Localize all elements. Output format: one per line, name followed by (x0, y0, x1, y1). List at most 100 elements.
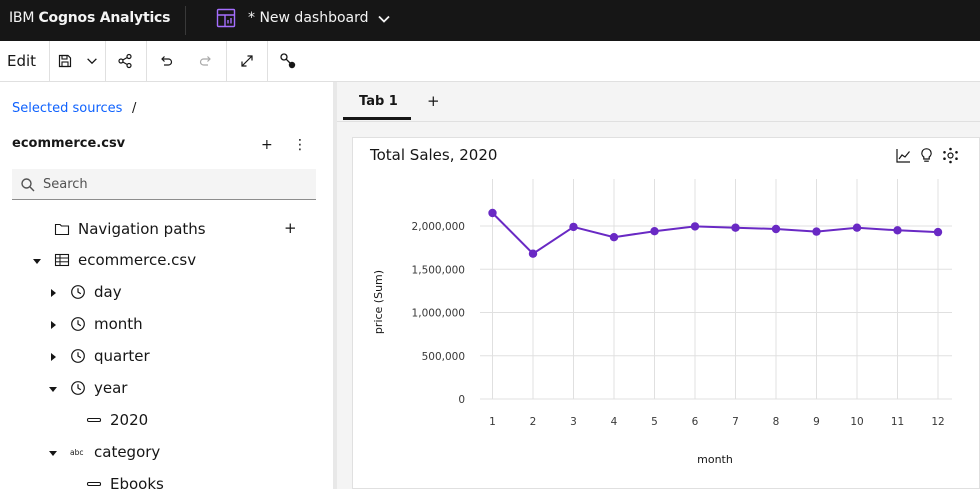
dashboard-title[interactable]: * New dashboard (248, 10, 369, 26)
tree-item[interactable]: ecommerce.csv (0, 249, 320, 273)
clock-icon (71, 381, 85, 395)
chevron-down-icon (87, 58, 97, 65)
tree-item[interactable]: 2020 (0, 409, 320, 433)
x-tick-label: 7 (732, 416, 739, 428)
data-point[interactable] (893, 226, 902, 235)
header-divider (185, 6, 186, 35)
svg-text:abc: abc (70, 448, 83, 457)
redo-icon (199, 56, 211, 66)
search-box (12, 169, 316, 200)
caret-right-icon[interactable] (48, 288, 58, 298)
x-tick-label: 8 (773, 416, 780, 428)
dashboard-toolbar: Edit (0, 41, 980, 82)
clock-icon (71, 317, 85, 331)
expand-icon (241, 55, 253, 67)
data-point[interactable] (690, 222, 700, 231)
share-icon (118, 53, 132, 69)
y-tick-label: 2,000,000 (412, 221, 465, 233)
search-icon (21, 178, 35, 192)
share-button[interactable] (115, 51, 135, 71)
table-icon (54, 253, 70, 267)
fullscreen-button[interactable] (237, 51, 257, 71)
brand-name: Cognos Analytics (38, 10, 171, 26)
caret-right-icon[interactable] (48, 352, 58, 362)
overflow-menu-icon[interactable]: ⋮ (293, 137, 307, 153)
tree-item[interactable]: month (0, 313, 320, 337)
dashboard-icon (216, 8, 236, 28)
x-tick-label: 3 (570, 416, 577, 428)
x-tick-label: 6 (692, 416, 699, 428)
breadcrumb-separator: / (132, 101, 137, 116)
x-tick-label: 4 (611, 416, 618, 428)
series-line (491, 212, 939, 255)
tree-item-label: ecommerce.csv (78, 251, 197, 269)
data-point[interactable] (852, 223, 862, 232)
relationship-icon (280, 53, 296, 69)
add-tab-button[interactable]: + (427, 92, 440, 110)
data-point[interactable] (569, 222, 578, 232)
member-icon (86, 417, 102, 423)
caret-down-icon[interactable] (32, 256, 42, 266)
tree-item-label: quarter (94, 347, 150, 365)
tree-item[interactable]: abc category (0, 441, 320, 465)
edit-button[interactable]: Edit (7, 52, 36, 70)
tree-item-label: month (94, 315, 143, 333)
tree-item-label: 2020 (110, 411, 149, 429)
undo-button[interactable] (156, 51, 176, 71)
x-axis-title: month (697, 453, 733, 466)
data-point[interactable] (609, 233, 619, 242)
tree-item[interactable]: quarter (0, 345, 320, 369)
y-tick-label: 1,500,000 (412, 264, 465, 276)
source-title: ecommerce.csv (12, 136, 126, 151)
x-tick-label: 1 (489, 416, 496, 428)
x-tick-label: 2 (530, 416, 537, 428)
save-button[interactable] (55, 51, 75, 71)
save-options-button[interactable] (82, 51, 102, 71)
clock-icon (71, 285, 85, 299)
add-source-button[interactable]: + (261, 137, 273, 153)
top-header: IBM Cognos Analytics * New dashboard (0, 0, 980, 41)
data-point[interactable] (933, 227, 943, 237)
tree-item[interactable]: day (0, 281, 320, 305)
tree-item-label: day (94, 283, 122, 301)
y-axis-title: price (Sum) (372, 270, 385, 334)
tree-item[interactable]: Ebooks (0, 473, 320, 489)
data-point[interactable] (812, 227, 821, 236)
undo-icon (161, 56, 173, 66)
tree-item-label: Ebooks (110, 475, 164, 489)
y-tick-label: 1,000,000 (412, 308, 465, 320)
brand-prefix: IBM (9, 10, 39, 26)
x-tick-label: 11 (891, 416, 904, 428)
tree-item[interactable]: Navigation paths + (0, 218, 320, 242)
search-input[interactable] (43, 169, 311, 199)
data-point[interactable] (650, 227, 659, 236)
chevron-down-icon[interactable] (376, 11, 392, 27)
caret-right-icon[interactable] (48, 320, 58, 330)
caret-down-icon[interactable] (48, 448, 58, 458)
toolbar-divider (105, 41, 106, 81)
tab-1[interactable]: Tab 1 (343, 82, 411, 120)
data-point[interactable] (731, 223, 740, 232)
add-navigation-path-button[interactable]: + (284, 219, 297, 237)
toolbar-divider (146, 41, 147, 81)
tree-item-label: year (94, 379, 128, 397)
relationships-button[interactable] (278, 51, 298, 71)
tab-label: Tab 1 (359, 94, 398, 109)
x-tick-label: 9 (813, 416, 820, 428)
product-name[interactable]: IBM Cognos Analytics (9, 10, 170, 26)
save-icon (58, 54, 72, 68)
data-point[interactable] (771, 224, 781, 234)
clock-icon (71, 349, 85, 363)
tree-item[interactable]: year (0, 377, 320, 401)
redo-button[interactable] (196, 51, 216, 71)
data-point[interactable] (528, 249, 538, 258)
selected-sources-link[interactable]: Selected sources (12, 101, 122, 116)
toolbar-divider (267, 41, 268, 81)
y-tick-label: 500,000 (422, 351, 465, 363)
abc-icon: abc (70, 448, 83, 457)
folder-icon (54, 223, 70, 236)
data-point[interactable] (488, 208, 497, 218)
x-tick-label: 10 (850, 416, 863, 428)
caret-down-icon[interactable] (48, 384, 58, 394)
line-chart: 0500,0001,000,0001,500,0002,000,0001 2 3 4 5… (372, 179, 952, 466)
